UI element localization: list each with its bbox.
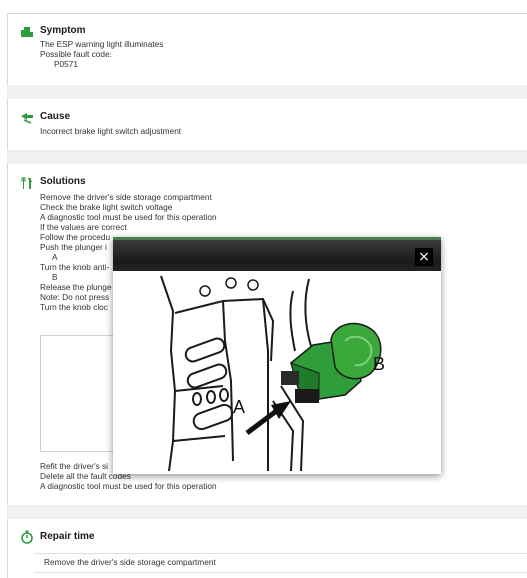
image-lightbox: × A B — [113, 237, 441, 474]
close-button[interactable]: × — [415, 248, 433, 266]
cause-icon — [21, 113, 33, 124]
solutions-title: Solutions — [40, 176, 86, 187]
label-b: B — [373, 354, 385, 374]
brake-switch-diagram: A B — [113, 271, 441, 474]
repair-time-title: Repair time — [40, 531, 95, 542]
stopwatch-icon — [21, 530, 33, 544]
section-divider — [7, 505, 527, 519]
section-divider — [7, 85, 527, 99]
fault-code: P0571 — [54, 59, 78, 69]
repair-time-item: Remove the driver's side storage compart… — [44, 557, 216, 567]
cause-line: Incorrect brake light switch adjustment — [40, 126, 182, 136]
solution-step: Turn the knob anti- — [40, 262, 110, 272]
symptom-icon — [21, 27, 33, 37]
solution-step: Turn the knob cloc — [40, 302, 108, 312]
cause-title: Cause — [40, 111, 71, 122]
section-divider — [7, 150, 527, 164]
symptom-title: Symptom — [40, 25, 86, 36]
solution-step: Push the plunger i — [40, 242, 107, 252]
lightbox-header: × — [113, 237, 441, 271]
label-a: A — [233, 397, 245, 417]
solution-step: A diagnostic tool must be used for this … — [40, 481, 217, 491]
tools-icon — [21, 177, 33, 189]
